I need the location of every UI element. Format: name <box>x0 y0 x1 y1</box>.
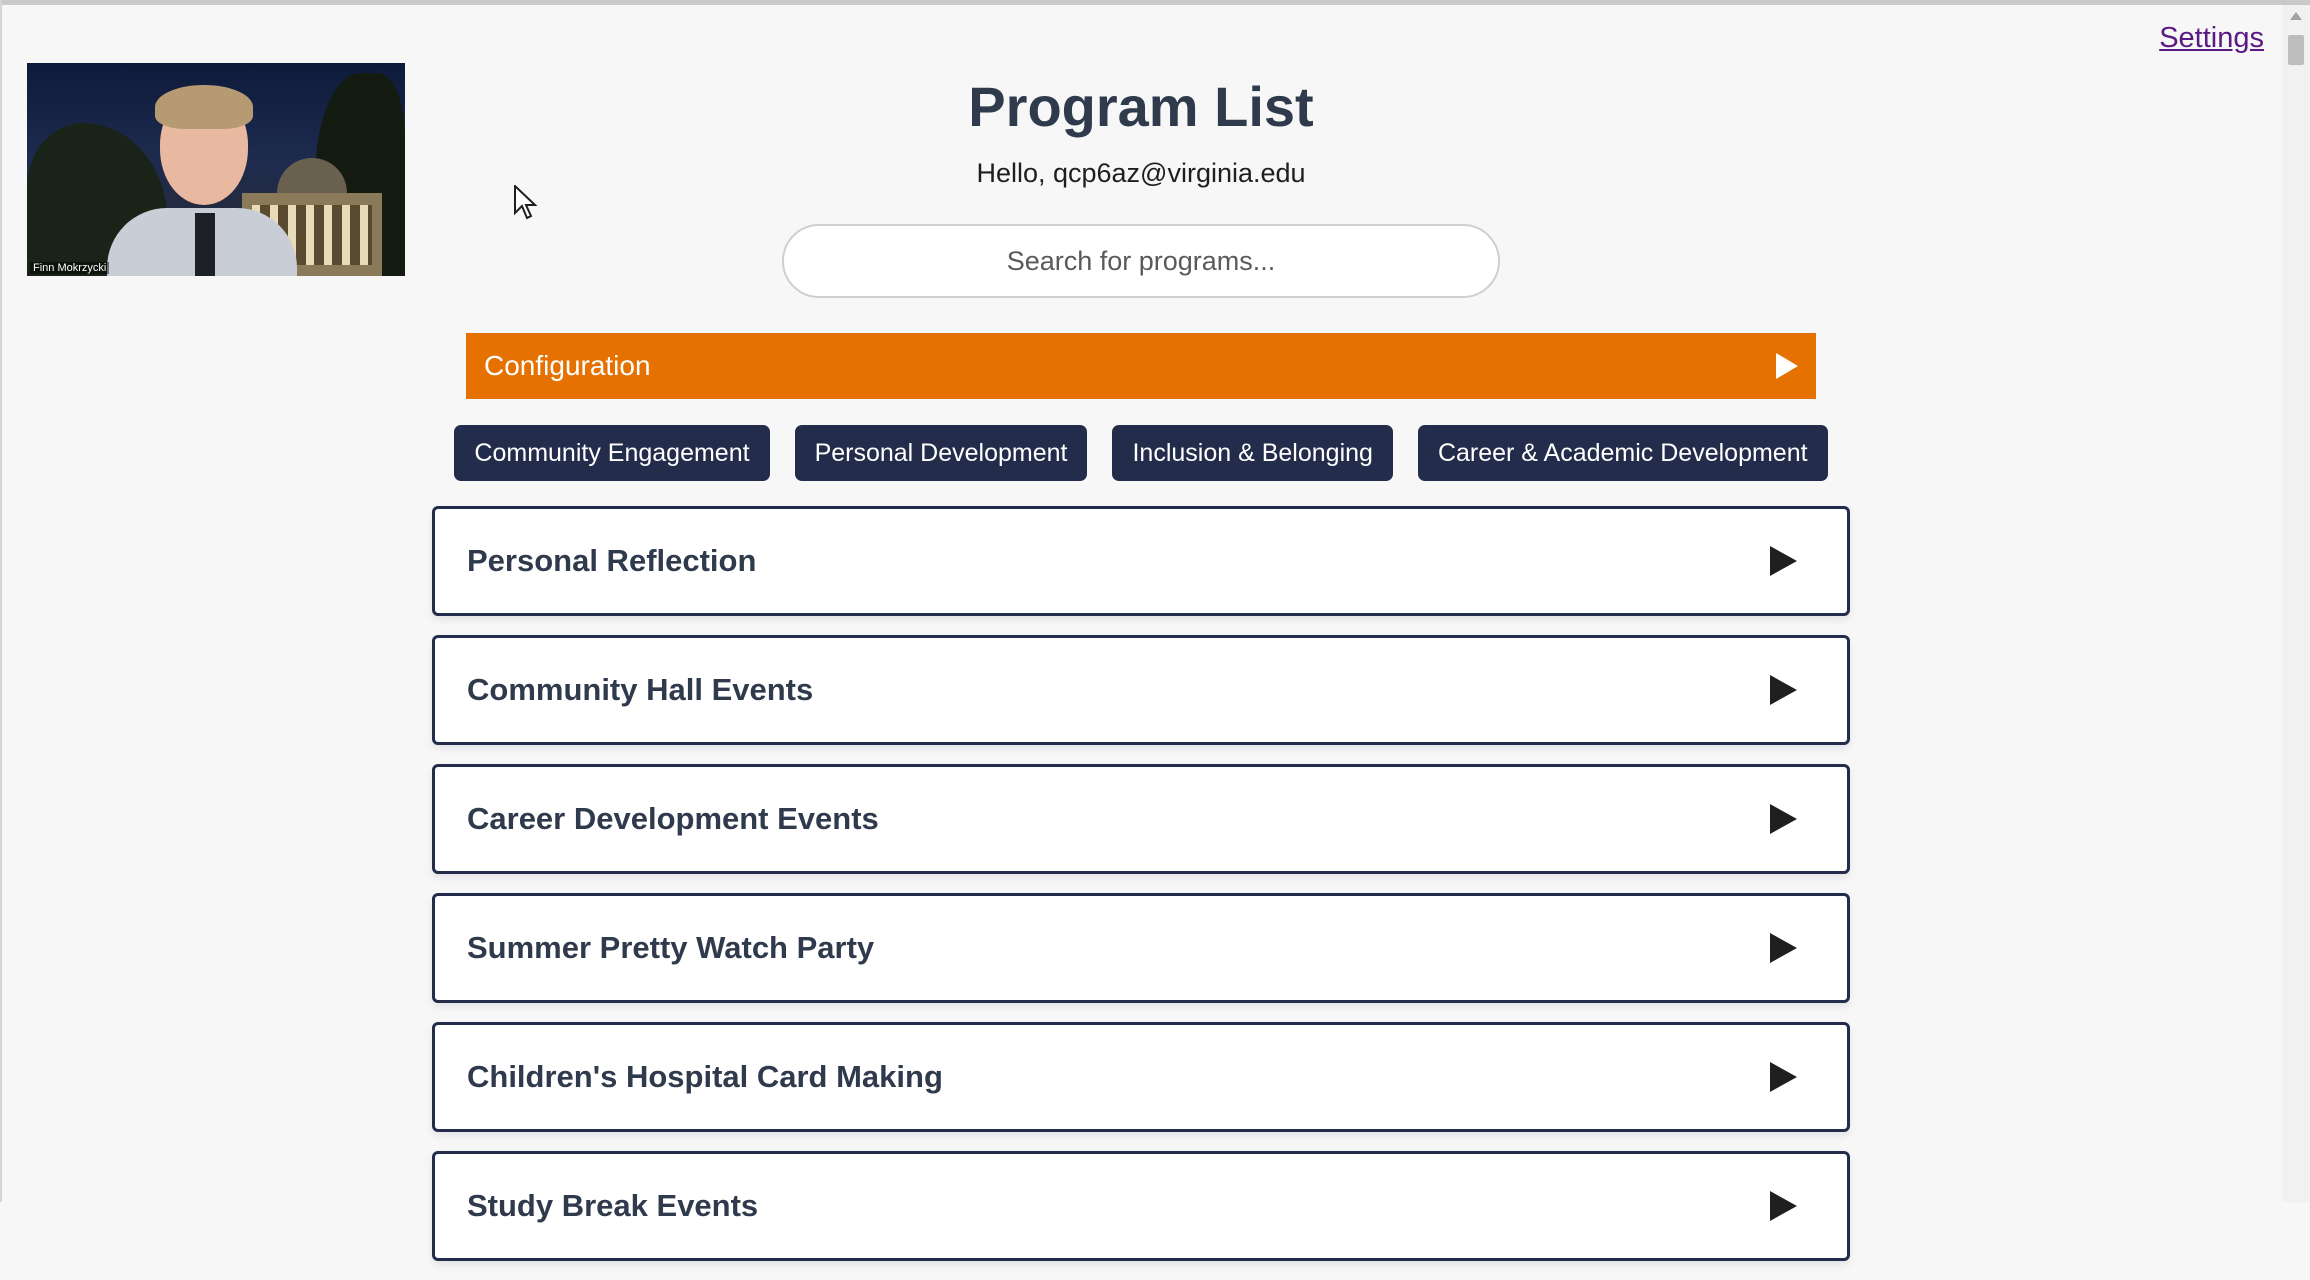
play-triangle-icon <box>1770 675 1797 705</box>
play-triangle-icon <box>1770 933 1797 963</box>
configuration-bar[interactable]: Configuration <box>466 333 1816 399</box>
program-name: Children's Hospital Card Making <box>467 1059 943 1094</box>
category-chip-career-academic-development[interactable]: Career & Academic Development <box>1417 425 1828 481</box>
category-filter-bar: Community Engagement Personal Developmen… <box>0 425 2282 481</box>
user-greeting: Hello, qcp6az@virginia.edu <box>976 158 1306 188</box>
program-item-career-development-events[interactable]: Career Development Events <box>432 764 1850 874</box>
play-triangle-icon <box>1770 1062 1797 1092</box>
category-chip-inclusion-belonging[interactable]: Inclusion & Belonging <box>1112 425 1393 481</box>
program-name: Community Hall Events <box>467 672 814 707</box>
program-item-study-break-events[interactable]: Study Break Events <box>432 1151 1850 1261</box>
configuration-label: Configuration <box>484 350 651 381</box>
program-name: Summer Pretty Watch Party <box>467 930 875 965</box>
category-chip-personal-development[interactable]: Personal Development <box>794 425 1088 481</box>
scroll-thumb[interactable] <box>2288 35 2304 65</box>
program-item-community-hall-events[interactable]: Community Hall Events <box>432 635 1850 745</box>
vertical-scrollbar[interactable] <box>2282 5 2310 1202</box>
program-name: Career Development Events <box>467 801 879 836</box>
program-name: Study Break Events <box>467 1188 759 1223</box>
page-title: Program List <box>968 75 1314 138</box>
program-item-childrens-hospital-card-making[interactable]: Children's Hospital Card Making <box>432 1022 1850 1132</box>
program-name: Personal Reflection <box>467 543 757 578</box>
participant-tie <box>195 213 215 276</box>
play-triangle-icon <box>1776 353 1798 379</box>
program-item-personal-reflection[interactable]: Personal Reflection <box>432 506 1850 616</box>
category-chip-community-engagement[interactable]: Community Engagement <box>454 425 770 481</box>
window-top-border <box>0 0 2310 5</box>
program-list: Personal Reflection Community Hall Event… <box>432 506 1850 1280</box>
settings-link[interactable]: Settings <box>2159 22 2264 55</box>
play-triangle-icon <box>1770 804 1797 834</box>
participant-name-label: Finn Mokrzycki <box>30 262 110 274</box>
scroll-up-arrow-icon[interactable] <box>2290 12 2302 20</box>
play-triangle-icon <box>1770 1191 1797 1221</box>
program-item-summer-pretty-watch-party[interactable]: Summer Pretty Watch Party <box>432 893 1850 1003</box>
search-input[interactable] <box>782 224 1500 298</box>
play-triangle-icon <box>1770 546 1797 576</box>
